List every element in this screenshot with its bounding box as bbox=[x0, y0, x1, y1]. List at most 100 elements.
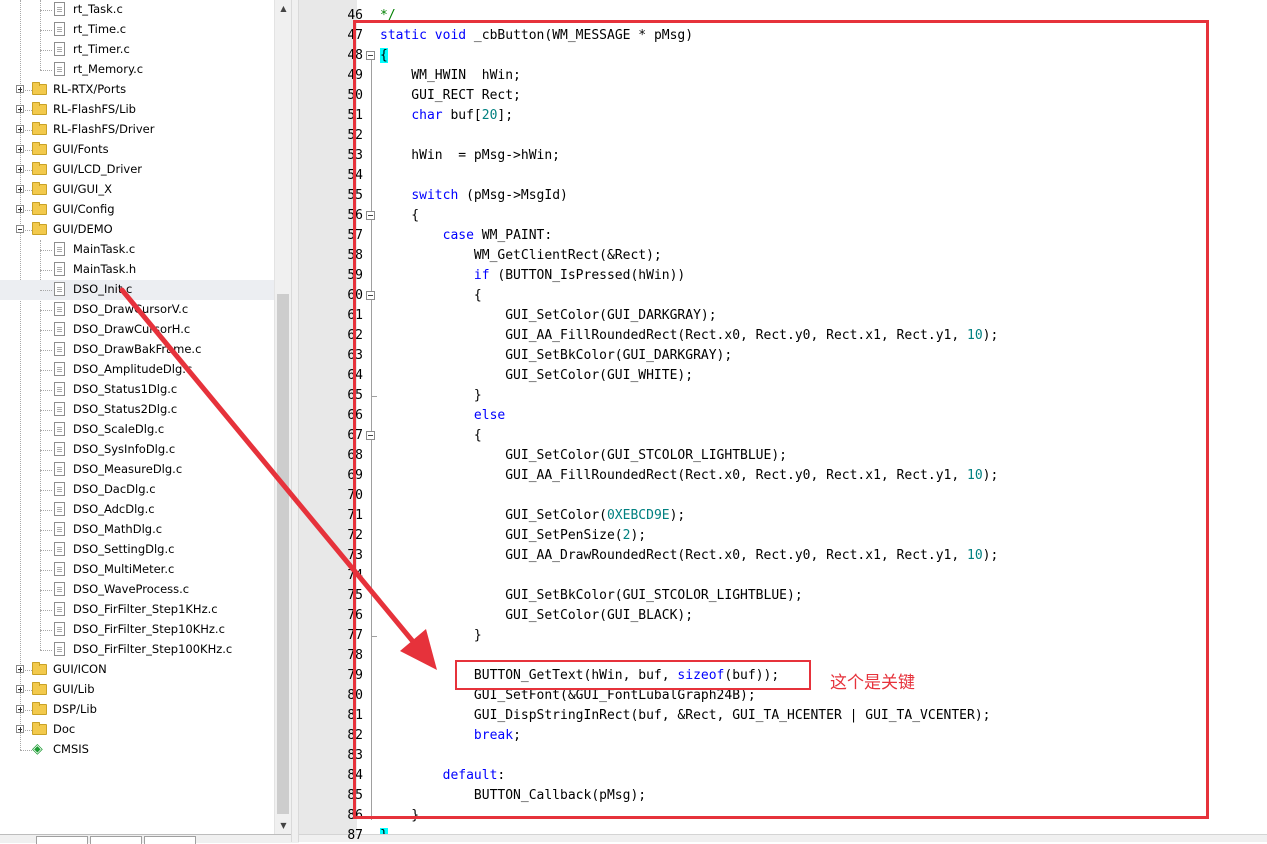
code-line[interactable]: { bbox=[380, 46, 388, 66]
expand-toggle-icon[interactable] bbox=[16, 205, 24, 213]
expand-toggle-icon[interactable] bbox=[16, 685, 24, 693]
code-line[interactable]: } bbox=[380, 806, 419, 826]
expand-toggle-icon[interactable] bbox=[16, 125, 24, 133]
tree-file-item[interactable]: DSO_MeasureDlg.c bbox=[0, 460, 274, 480]
tab-functions[interactable] bbox=[144, 836, 196, 844]
code-line[interactable]: GUI_SetPenSize(2); bbox=[380, 526, 646, 546]
tree-file-item[interactable]: DSO_ScaleDlg.c bbox=[0, 420, 274, 440]
tree-scrollbar[interactable]: ▲ ▼ bbox=[274, 0, 292, 834]
code-line[interactable]: break; bbox=[380, 726, 521, 746]
code-line[interactable]: { bbox=[380, 286, 482, 306]
tree-file-item[interactable]: DSO_SettingDlg.c bbox=[0, 540, 274, 560]
tree-file-item[interactable]: MainTask.c bbox=[0, 240, 274, 260]
tree-file-item[interactable]: rt_Time.c bbox=[0, 20, 274, 40]
code-line[interactable]: BUTTON_GetText(hWin, buf, sizeof(buf)); bbox=[380, 666, 779, 686]
code-line[interactable]: GUI_SetFont(&GUI_FontLubalGraph24B); bbox=[380, 686, 756, 706]
fold-collapse-icon[interactable] bbox=[366, 211, 375, 220]
fold-collapse-icon[interactable] bbox=[366, 51, 375, 60]
tab-books[interactable] bbox=[90, 836, 142, 844]
tree-file-item[interactable]: DSO_AmplitudeDlg.c bbox=[0, 360, 274, 380]
tree-file-item[interactable]: MainTask.h bbox=[0, 260, 274, 280]
tree-file-item[interactable]: DSO_FirFilter_Step1KHz.c bbox=[0, 600, 274, 620]
scroll-down-arrow-icon[interactable]: ▼ bbox=[276, 817, 291, 834]
tree-file-item[interactable]: DSO_MultiMeter.c bbox=[0, 560, 274, 580]
tree-folder-item[interactable]: RL-RTX/Ports bbox=[0, 80, 274, 100]
tree-folder-item[interactable]: Doc bbox=[0, 720, 274, 740]
code-line[interactable]: char buf[20]; bbox=[380, 106, 513, 126]
code-line[interactable]: hWin = pMsg->hWin; bbox=[380, 146, 560, 166]
expand-toggle-icon[interactable] bbox=[16, 165, 24, 173]
expand-toggle-icon[interactable] bbox=[16, 705, 24, 713]
tree-folder-item[interactable]: GUI/GUI_X bbox=[0, 180, 274, 200]
expand-toggle-icon[interactable] bbox=[16, 85, 24, 93]
code-line[interactable]: BUTTON_Callback(pMsg); bbox=[380, 786, 646, 806]
tree-folder-item[interactable]: GUI/ICON bbox=[0, 660, 274, 680]
tree-file-item[interactable]: DSO_AdcDlg.c bbox=[0, 500, 274, 520]
expand-toggle-icon[interactable] bbox=[16, 185, 24, 193]
code-line[interactable]: GUI_AA_FillRoundedRect(Rect.x0, Rect.y0,… bbox=[380, 466, 998, 486]
tree-file-item[interactable]: DSO_WaveProcess.c bbox=[0, 580, 274, 600]
fold-collapse-icon[interactable] bbox=[366, 431, 375, 440]
tree-scrollbar-thumb[interactable] bbox=[277, 294, 289, 814]
code-line[interactable]: GUI_SetColor(0XEBCD9E); bbox=[380, 506, 685, 526]
code-line[interactable]: GUI_SetBkColor(GUI_STCOLOR_LIGHTBLUE); bbox=[380, 586, 802, 606]
code-line[interactable]: GUI_SetColor(GUI_WHITE); bbox=[380, 366, 693, 386]
tree-file-item[interactable]: DSO_SysInfoDlg.c bbox=[0, 440, 274, 460]
tree-folder-item[interactable]: GUI/LCD_Driver bbox=[0, 160, 274, 180]
fold-collapse-icon[interactable] bbox=[366, 291, 375, 300]
code-line[interactable]: GUI_AA_FillRoundedRect(Rect.x0, Rect.y0,… bbox=[380, 326, 998, 346]
expand-toggle-icon[interactable] bbox=[16, 145, 24, 153]
code-line[interactable]: GUI_RECT Rect; bbox=[380, 86, 521, 106]
tree-file-item[interactable]: DSO_Status1Dlg.c bbox=[0, 380, 274, 400]
tree-file-item[interactable]: DSO_FirFilter_Step10KHz.c bbox=[0, 620, 274, 640]
code-line[interactable]: if (BUTTON_IsPressed(hWin)) bbox=[380, 266, 685, 286]
code-editor[interactable]: */ static void _cbButton(WM_MESSAGE * pMs… bbox=[299, 0, 1267, 842]
code-line[interactable]: else bbox=[380, 406, 505, 426]
pane-splitter[interactable] bbox=[291, 0, 299, 842]
code-line[interactable]: case WM_PAINT: bbox=[380, 226, 553, 246]
expand-toggle-icon[interactable] bbox=[16, 105, 24, 113]
project-tree[interactable]: rt_Task.c rt_Time.c rt_Timer.c rt_Memory.c R… bbox=[0, 0, 274, 834]
code-line[interactable]: default: bbox=[380, 766, 506, 786]
code-line[interactable]: WM_HWIN hWin; bbox=[380, 66, 521, 86]
code-line[interactable]: GUI_DispStringInRect(buf, &Rect, GUI_TA_… bbox=[380, 706, 991, 726]
tree-file-item[interactable]: DSO_Init.c bbox=[0, 280, 274, 300]
code-line[interactable]: { bbox=[380, 206, 419, 226]
tree-file-item[interactable]: DSO_DacDlg.c bbox=[0, 480, 274, 500]
code-line[interactable]: } bbox=[380, 386, 482, 406]
tree-folder-item[interactable]: GUI/Fonts bbox=[0, 140, 274, 160]
editor-horizontal-scrollbar[interactable] bbox=[299, 834, 1267, 842]
code-line[interactable]: GUI_SetBkColor(GUI_DARKGRAY); bbox=[380, 346, 732, 366]
scroll-up-arrow-icon[interactable]: ▲ bbox=[276, 0, 291, 17]
code-line[interactable]: { bbox=[380, 426, 482, 446]
tree-file-item[interactable]: rt_Memory.c bbox=[0, 60, 274, 80]
expand-toggle-icon[interactable] bbox=[16, 665, 24, 673]
tree-file-item[interactable]: DSO_DrawCursorV.c bbox=[0, 300, 274, 320]
code-line[interactable]: GUI_SetColor(GUI_STCOLOR_LIGHTBLUE); bbox=[380, 446, 787, 466]
code-line[interactable]: } bbox=[380, 626, 482, 646]
tab-project[interactable] bbox=[36, 836, 88, 844]
tree-file-item[interactable]: rt_Task.c bbox=[0, 0, 274, 20]
tree-folder-item[interactable]: RL-FlashFS/Driver bbox=[0, 120, 274, 140]
code-line[interactable]: static void _cbButton(WM_MESSAGE * pMsg) bbox=[380, 26, 693, 46]
code-line[interactable]: GUI_AA_DrawRoundedRect(Rect.x0, Rect.y0,… bbox=[380, 546, 998, 566]
tree-folder-item[interactable]: GUI/Lib bbox=[0, 680, 274, 700]
tree-file-item[interactable]: rt_Timer.c bbox=[0, 40, 274, 60]
tree-file-item[interactable]: DSO_Status2Dlg.c bbox=[0, 400, 274, 420]
code-line[interactable]: GUI_SetColor(GUI_DARKGRAY); bbox=[380, 306, 716, 326]
collapse-toggle-icon[interactable] bbox=[16, 225, 24, 233]
code-line[interactable]: switch (pMsg->MsgId) bbox=[380, 186, 568, 206]
tree-package-item[interactable]: ◈ CMSIS bbox=[0, 740, 274, 760]
code-line[interactable]: GUI_SetColor(GUI_BLACK); bbox=[380, 606, 693, 626]
tree-folder-item[interactable]: GUI/DEMO bbox=[0, 220, 274, 240]
tree-file-item[interactable]: DSO_DrawCursorH.c bbox=[0, 320, 274, 340]
code-line[interactable]: WM_GetClientRect(&Rect); bbox=[380, 246, 662, 266]
expand-toggle-icon[interactable] bbox=[16, 725, 24, 733]
tree-file-item[interactable]: DSO_MathDlg.c bbox=[0, 520, 274, 540]
code-line[interactable]: */ bbox=[380, 6, 396, 26]
tree-folder-item[interactable]: RL-FlashFS/Lib bbox=[0, 100, 274, 120]
tree-file-item[interactable]: DSO_FirFilter_Step100KHz.c bbox=[0, 640, 274, 660]
tree-file-item[interactable]: DSO_DrawBakFrame.c bbox=[0, 340, 274, 360]
tree-folder-item[interactable]: GUI/Config bbox=[0, 200, 274, 220]
tree-folder-item[interactable]: DSP/Lib bbox=[0, 700, 274, 720]
